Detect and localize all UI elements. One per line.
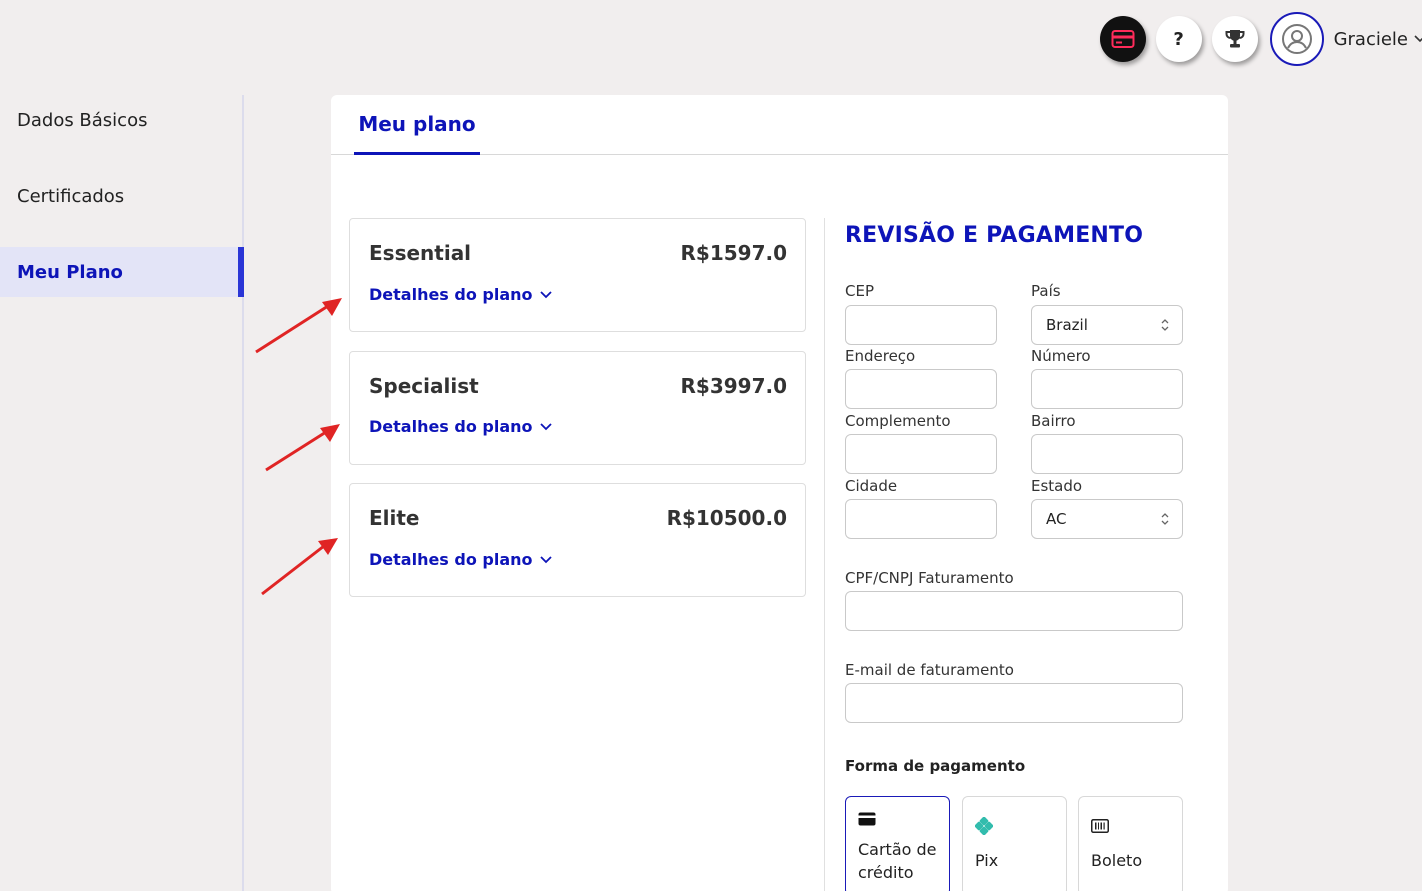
credit-card-icon	[1111, 30, 1135, 48]
user-name[interactable]: Graciele	[1334, 29, 1408, 50]
credit-card-icon	[858, 812, 876, 826]
estado-select[interactable]: AC	[1031, 499, 1183, 539]
select-caret-icon	[1161, 513, 1169, 525]
email-input[interactable]	[845, 683, 1183, 723]
sidebar-item-meu-plano[interactable]: Meu Plano	[0, 247, 244, 297]
payment-option-credit-card[interactable]: Cartão de crédito	[845, 796, 950, 891]
plan-details-toggle[interactable]: Detalhes do plano	[369, 550, 552, 569]
tab-bar: Meu plano	[331, 95, 1228, 155]
achievements-button[interactable]	[1211, 16, 1258, 62]
user-avatar-icon	[1281, 24, 1312, 54]
plan-details-label: Detalhes do plano	[369, 550, 533, 569]
complemento-label: Complemento	[845, 412, 951, 430]
sidebar-item-dados-basicos[interactable]: Dados Básicos	[0, 95, 242, 145]
cep-label: CEP	[845, 282, 874, 300]
payment-option-label: Pix	[975, 851, 999, 870]
cidade-label: Cidade	[845, 477, 898, 495]
email-label: E-mail de faturamento	[845, 661, 1014, 679]
plan-details-toggle[interactable]: Detalhes do plano	[369, 285, 552, 304]
main-panel: Meu plano Essential R$1597.0 Detalhes do…	[331, 95, 1228, 891]
chevron-down-icon	[539, 422, 552, 430]
column-divider	[824, 218, 825, 891]
payment-option-pix[interactable]: Pix	[962, 796, 1067, 891]
chevron-down-icon[interactable]	[1414, 32, 1422, 46]
bairro-label: Bairro	[1031, 412, 1076, 430]
cpf-label: CPF/CNPJ Faturamento	[845, 569, 1014, 587]
tab-meu-plano[interactable]: Meu plano	[354, 95, 480, 155]
plan-details-label: Detalhes do plano	[369, 417, 533, 436]
endereco-input[interactable]	[845, 369, 997, 409]
numero-label: Número	[1031, 347, 1091, 365]
payment-method-label: Forma de pagamento	[845, 757, 1026, 775]
estado-label: Estado	[1031, 477, 1083, 495]
annotation-arrow	[255, 298, 342, 354]
plan-card-elite[interactable]: Elite R$10500.0 Detalhes do plano	[349, 483, 806, 597]
payment-option-label: Cartão de crédito	[858, 840, 937, 882]
plan-card-essential[interactable]: Essential R$1597.0 Detalhes do plano	[349, 218, 806, 332]
plan-card-specialist[interactable]: Specialist R$3997.0 Detalhes do plano	[349, 351, 806, 465]
cep-input[interactable]	[845, 305, 997, 345]
top-bar: ? Graciele	[1099, 12, 1422, 66]
plan-name: Elite	[369, 506, 420, 530]
numero-input[interactable]	[1031, 369, 1183, 409]
trophy-icon	[1225, 30, 1245, 48]
sidebar: Dados Básicos Certificados Meu Plano	[0, 95, 244, 891]
annotation-arrow	[265, 424, 340, 472]
estado-value: AC	[1046, 510, 1067, 528]
plan-price: R$1597.0	[680, 241, 788, 265]
endereco-label: Endereço	[845, 347, 916, 365]
plan-details-toggle[interactable]: Detalhes do plano	[369, 417, 552, 436]
billing-button[interactable]	[1099, 16, 1146, 62]
cpf-input[interactable]	[845, 591, 1183, 631]
chevron-down-icon	[539, 555, 552, 563]
payment-option-label: Boleto	[1091, 851, 1143, 870]
help-button[interactable]: ?	[1155, 16, 1202, 62]
help-icon: ?	[1173, 28, 1184, 50]
bairro-input[interactable]	[1031, 434, 1183, 474]
chevron-down-icon	[539, 290, 552, 298]
plan-name: Essential	[369, 241, 472, 265]
payment-option-boleto[interactable]: Boleto	[1078, 796, 1183, 891]
select-caret-icon	[1161, 319, 1169, 331]
annotation-arrow	[261, 538, 338, 596]
barcode-icon	[1091, 819, 1109, 833]
pais-select[interactable]: Brazil	[1031, 305, 1183, 345]
pais-label: País	[1031, 282, 1061, 300]
sidebar-item-certificados[interactable]: Certificados	[0, 171, 242, 221]
avatar[interactable]	[1269, 12, 1324, 66]
form-title: REVISÃO E PAGAMENTO	[845, 223, 1144, 248]
pais-value: Brazil	[1046, 316, 1088, 334]
plan-name: Specialist	[369, 374, 479, 398]
plan-price: R$10500.0	[666, 506, 787, 530]
complemento-input[interactable]	[845, 434, 997, 474]
pix-icon	[975, 817, 993, 835]
cidade-input[interactable]	[845, 499, 997, 539]
plan-price: R$3997.0	[680, 374, 788, 398]
plan-details-label: Detalhes do plano	[369, 285, 533, 304]
